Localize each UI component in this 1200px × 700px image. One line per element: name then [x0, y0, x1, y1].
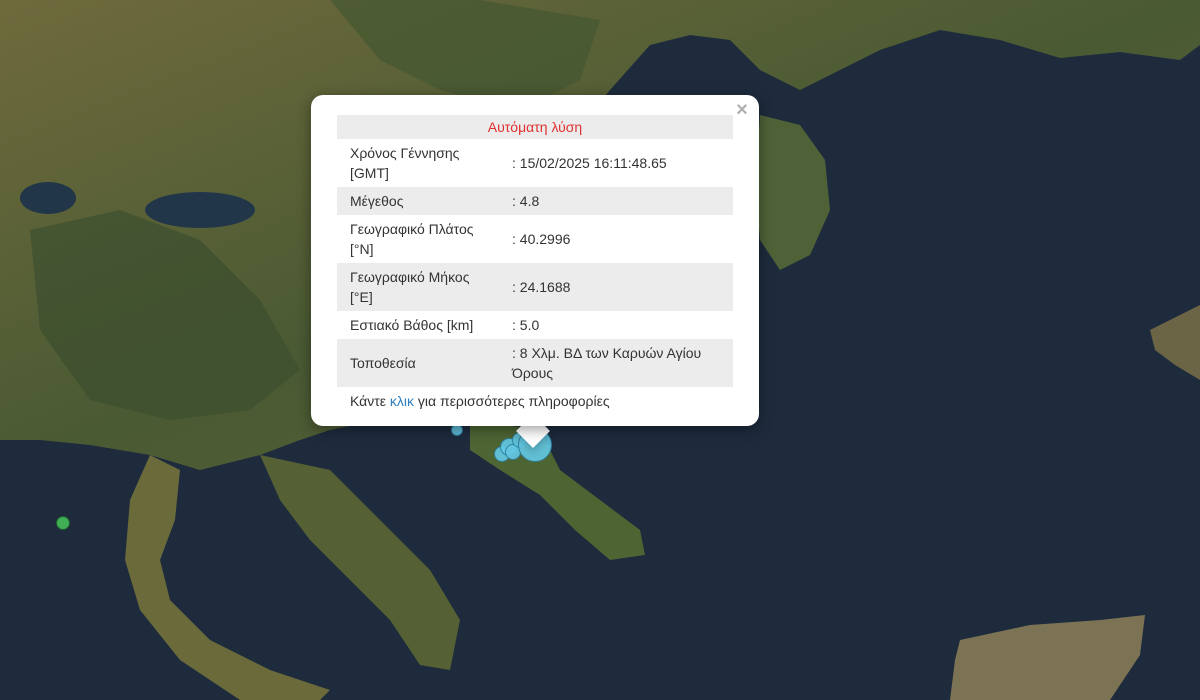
satellite-map[interactable]: × Αυτόματη λύση Χρόνος Γέννησης [GMT] : …	[0, 0, 1200, 700]
event-details-table: Χρόνος Γέννησης [GMT] : 15/02/2025 16:11…	[337, 139, 733, 387]
table-row: Γεωγραφικό Μήκος [°E] : 24.1688	[337, 263, 733, 311]
table-row: Τοποθεσία : 8 Χλμ. ΒΔ των Καρυών Αγίου Ό…	[337, 339, 733, 387]
latitude-value: : 40.2996	[512, 231, 571, 247]
depth-label: Εστιακό Βάθος [km]	[350, 317, 474, 333]
location-label: Τοποθεσία	[337, 339, 500, 387]
popup-footer: Κάντε κλικ για περισσότερες πληροφορίες	[337, 387, 733, 415]
location-value: : 8 Χλμ. ΒΔ των Καρυών Αγίου Όρους	[500, 339, 733, 387]
footer-suffix: για περισσότερες πληροφορίες	[414, 393, 610, 409]
longitude-label: Γεωγραφικό Μήκος [°E]	[337, 263, 500, 311]
more-info-link[interactable]: κλικ	[390, 393, 414, 409]
table-row: Εστιακό Βάθος [km] : 5.0	[337, 311, 733, 339]
origin-time-label: Χρόνος Γέννησης [GMT]	[350, 145, 460, 181]
popup-content: Αυτόματη λύση Χρόνος Γέννησης [GMT] : 15…	[337, 115, 733, 415]
table-row: Χρόνος Γέννησης [GMT] : 15/02/2025 16:11…	[337, 139, 733, 187]
table-row: Γεωγραφικό Πλάτος [°N] : 40.2996	[337, 215, 733, 263]
footer-prefix: Κάντε	[350, 393, 390, 409]
lake-1	[20, 182, 76, 214]
origin-time-value: : 15/02/2025 16:11:48.65	[512, 155, 667, 171]
latitude-label: Γεωγραφικό Πλάτος [°N]	[350, 221, 474, 257]
longitude-value: : 24.1688	[500, 263, 733, 311]
lake-2	[145, 192, 255, 228]
depth-value: : 5.0	[512, 317, 540, 333]
map-marker[interactable]	[56, 516, 70, 530]
popup-title: Αυτόματη λύση	[337, 115, 733, 139]
earthquake-info-popup: × Αυτόματη λύση Χρόνος Γέννησης [GMT] : …	[311, 95, 759, 426]
close-icon[interactable]: ×	[732, 98, 752, 122]
table-row: Μέγεθος : 4.8	[337, 187, 733, 215]
magnitude-value: : 4.8	[500, 187, 733, 215]
magnitude-label: Μέγεθος	[337, 187, 500, 215]
